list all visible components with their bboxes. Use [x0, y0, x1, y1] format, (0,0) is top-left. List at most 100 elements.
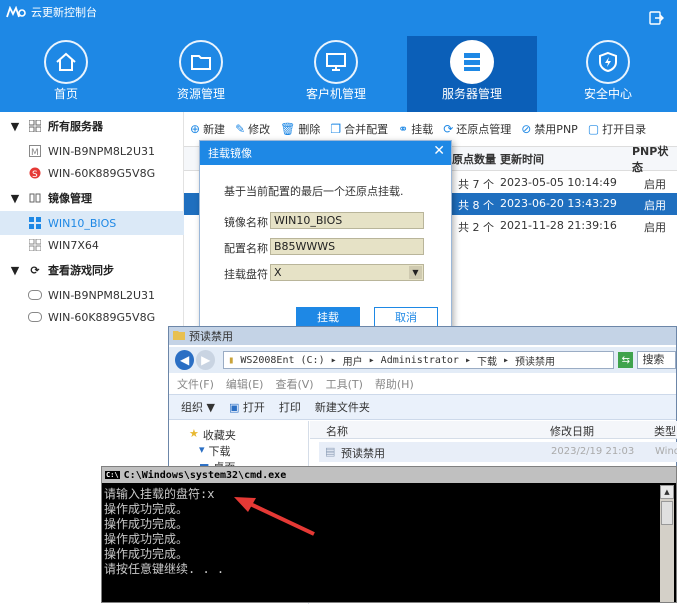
- exit-icon[interactable]: [645, 8, 667, 28]
- sidebar-item-label: WIN-B9NPM8L2U31: [48, 288, 155, 302]
- sidebar-item-server-2[interactable]: S WIN-60K889G5V8G: [0, 161, 184, 185]
- scroll-thumb[interactable]: [661, 501, 673, 525]
- app-header: 云更新控制台 首页 资源管理 客户机管理 服务器管理 安全中心: [0, 0, 677, 112]
- sidebar-item-image-win7[interactable]: WIN7X64: [0, 233, 184, 257]
- nav-label: 首页: [53, 87, 78, 101]
- file-type: Windo: [655, 446, 677, 457]
- sidebar-item-sync-1[interactable]: WIN-B9NPM8L2U31: [0, 283, 184, 307]
- nav-home[interactable]: 首页: [16, 36, 116, 112]
- open-icon: ▣: [228, 401, 240, 414]
- merge-config-button[interactable]: ❐ 合并配置: [330, 121, 388, 137]
- sidebar-group-images[interactable]: ▼ 镜像管理: [0, 186, 184, 210]
- back-icon[interactable]: ◀: [175, 350, 195, 370]
- folder-icon: ▮: [228, 354, 235, 366]
- windows-icon: [28, 238, 42, 252]
- sidebar-group-label: 镜像管理: [48, 192, 92, 205]
- sidebar-group-servers[interactable]: ▼ 所有服务器: [0, 114, 184, 138]
- col-modified[interactable]: 修改日期: [550, 423, 594, 439]
- nav-security[interactable]: 安全中心: [558, 36, 658, 112]
- gamepad-icon: [28, 310, 42, 324]
- mount-dialog: 挂载镜像 ✕ 基于当前配置的最后一个还原点挂载. 镜像名称 WIN10_BIOS…: [199, 140, 452, 330]
- home-icon: [44, 40, 88, 84]
- file-name: 预读禁用: [341, 447, 385, 460]
- explorer-command-bar: 组织 ▼ ▣ 打开 打印 新建文件夹: [169, 394, 676, 420]
- sidebar-item-server-1[interactable]: M WIN-B9NPM8L2U31: [0, 139, 184, 163]
- mount-ok-button[interactable]: 挂载: [296, 307, 360, 327]
- cmd-line: 请按任意键继续. . .: [104, 562, 225, 576]
- title-bar: 云更新控制台: [6, 3, 97, 21]
- refresh-icon[interactable]: ⇆: [618, 352, 634, 368]
- explorer-address-row: ◀ ▶ ▮ WS2008Ent (C:) ▸ 用户 ▸ Administrator ▸…: [169, 347, 676, 373]
- caret-down-icon: ▼: [10, 263, 20, 277]
- edit-button[interactable]: ✎ 修改: [235, 121, 270, 137]
- mount-button[interactable]: ⚭ 挂载: [398, 121, 433, 137]
- nav-label: 服务器管理: [441, 87, 502, 101]
- menu-tools[interactable]: 工具(T): [326, 376, 363, 392]
- new-button[interactable]: ⊕ 新建: [190, 121, 225, 137]
- drive-letter-select[interactable]: X ▼: [270, 264, 424, 281]
- col-type[interactable]: 类型: [654, 423, 676, 439]
- menu-edit[interactable]: 编辑(E): [226, 376, 264, 392]
- file-row[interactable]: ▤ 预读禁用 2023/2/19 21:03 Windo: [319, 442, 677, 462]
- drive-letter-label: 挂载盘符: [224, 268, 268, 281]
- windows-icon: [28, 216, 42, 230]
- menu-help[interactable]: 帮助(H): [375, 376, 414, 392]
- image-name-label: 镜像名称: [224, 216, 268, 229]
- image-name-field[interactable]: WIN10_BIOS: [270, 212, 424, 229]
- forward-icon[interactable]: ▶: [196, 350, 216, 370]
- new-folder-button[interactable]: 新建文件夹: [315, 399, 370, 415]
- sidebar-item-label: WIN-60K889G5V8G: [48, 310, 156, 324]
- star-icon: ★: [189, 427, 199, 440]
- nav-resources[interactable]: 资源管理: [151, 36, 251, 112]
- col-time: 更新时间: [500, 152, 544, 166]
- cmd-title-bar: C:\ C:\Windows\system32\cmd.exe: [102, 467, 676, 483]
- tree-favorites[interactable]: ★ 收藏夹: [189, 427, 236, 443]
- col-name[interactable]: 名称: [326, 423, 348, 439]
- caret-down-icon: ▼: [10, 191, 20, 205]
- organize-button[interactable]: 组织 ▼: [181, 399, 215, 415]
- cmd-title: C:\Windows\system32\cmd.exe: [123, 469, 287, 481]
- app-title: 云更新控制台: [31, 6, 97, 19]
- file-date: 2023/2/19 21:03: [551, 446, 635, 457]
- cmd-scrollbar[interactable]: ▲: [660, 485, 674, 602]
- config-name-field[interactable]: B85WWWS: [270, 238, 424, 255]
- delete-button[interactable]: 🗑 删除: [280, 121, 320, 137]
- shield-icon: [586, 40, 630, 84]
- caret-down-icon: ▼: [10, 119, 20, 133]
- open-button[interactable]: ▣ 打开: [229, 399, 265, 415]
- disable-pnp-button[interactable]: ⊘ 禁用PNP: [521, 121, 578, 137]
- download-folder-icon: ▾: [199, 443, 205, 456]
- mount-cancel-button[interactable]: 取消: [374, 307, 438, 327]
- address-bar[interactable]: ▮ WS2008Ent (C:) ▸ 用户 ▸ Administrator ▸ 下载 ▸…: [223, 351, 615, 369]
- tree-downloads[interactable]: ▾ 下载: [199, 443, 231, 459]
- sidebar-item-sync-2[interactable]: WIN-60K889G5V8G: [0, 305, 184, 329]
- close-icon[interactable]: ✕: [433, 143, 445, 159]
- cmd-window: C:\ C:\Windows\system32\cmd.exe 请输入挂载的盘符…: [101, 466, 677, 603]
- dialog-header: 挂载镜像 ✕: [200, 141, 451, 165]
- search-input[interactable]: 搜索: [637, 351, 676, 369]
- sidebar-item-image-win10[interactable]: WIN10_BIOS: [0, 211, 184, 235]
- sidebar-group-game-sync[interactable]: ▼ ⟳ 查看游戏同步: [0, 258, 184, 282]
- nav-servers[interactable]: 服务器管理: [407, 36, 537, 112]
- scroll-up-icon[interactable]: ▲: [660, 485, 674, 499]
- restore-point-button[interactable]: ⟳ 还原点管理: [443, 121, 511, 137]
- image-manage-icon: [28, 191, 42, 205]
- nav-clients[interactable]: 客户机管理: [286, 36, 386, 112]
- folder-icon: [179, 40, 223, 84]
- nav-label: 资源管理: [176, 87, 225, 101]
- sidebar-item-label: WIN7X64: [48, 238, 99, 252]
- explorer-title: 预读禁用: [189, 330, 233, 343]
- open-folder-button[interactable]: ▢ 打开目录: [588, 121, 646, 137]
- menu-file[interactable]: 文件(F): [177, 376, 214, 392]
- server-s-icon: S: [28, 166, 42, 180]
- print-button[interactable]: 打印: [279, 399, 301, 415]
- sidebar-group-label: 查看游戏同步: [48, 264, 114, 277]
- refresh-icon: ⟳: [443, 122, 454, 136]
- folder-icon: [173, 329, 185, 343]
- sidebar-item-label: WIN10_BIOS: [48, 216, 117, 230]
- menu-view[interactable]: 查看(V): [275, 376, 313, 392]
- file-list-header: 名称 修改日期 类型: [310, 421, 677, 439]
- edit-icon: ✎: [235, 122, 246, 136]
- nav-label: 客户机管理: [305, 87, 366, 101]
- dialog-message: 基于当前配置的最后一个还原点挂载.: [224, 185, 404, 198]
